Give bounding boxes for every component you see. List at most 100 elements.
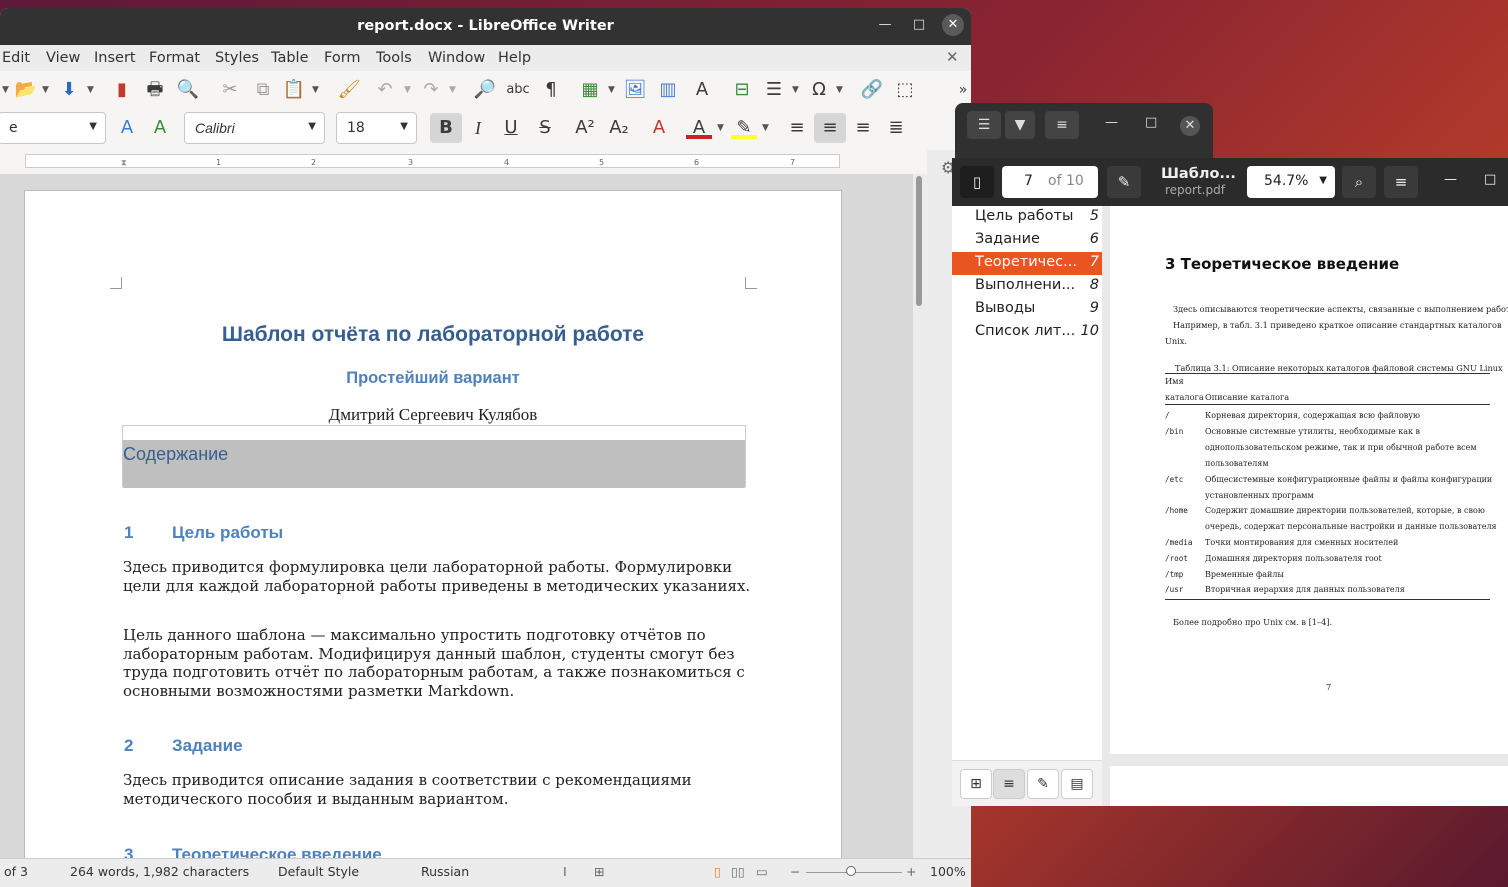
page-number-entry[interactable]: 7 of 10 bbox=[1002, 166, 1098, 198]
spelling-icon[interactable]: abc bbox=[505, 77, 531, 103]
minimize-button[interactable]: — bbox=[874, 14, 896, 36]
insert-chart-icon[interactable]: ▥ bbox=[655, 77, 681, 103]
insert-field-icon[interactable]: ☰ bbox=[761, 77, 787, 103]
find-replace-icon[interactable]: 🔎 bbox=[472, 77, 498, 103]
word-count[interactable]: 264 words, 1,982 characters bbox=[70, 864, 249, 879]
chevron-down-icon[interactable]: ▼ bbox=[1005, 111, 1035, 139]
copy-icon[interactable]: ⧉ bbox=[250, 77, 276, 103]
maximize-button[interactable]: □ bbox=[908, 14, 930, 36]
zoom-slider-handle[interactable] bbox=[846, 866, 856, 876]
insert-mode-icon[interactable]: I bbox=[563, 864, 567, 879]
menu-form[interactable]: Form bbox=[324, 50, 361, 66]
font-size-combo[interactable]: 18 ▼ bbox=[336, 112, 417, 144]
save-icon[interactable]: ⬇ bbox=[56, 77, 82, 103]
clear-formatting-icon[interactable]: A bbox=[646, 115, 672, 141]
font-name-combo[interactable]: Calibri ▼ bbox=[184, 112, 325, 144]
menu-icon[interactable]: ≡ bbox=[1384, 166, 1418, 198]
cut-icon[interactable]: ✂ bbox=[217, 77, 243, 103]
sidebar-toggle-icon[interactable]: ☰ bbox=[967, 111, 1001, 139]
horizontal-ruler[interactable]: ⧗ 1 2 3 4 5 6 7 bbox=[25, 154, 840, 168]
highlight-dropdown-icon[interactable]: ▼ bbox=[762, 123, 769, 133]
minimize-button[interactable]: — bbox=[1444, 172, 1457, 187]
paragraph-style-combo[interactable]: e ▼ bbox=[0, 112, 106, 144]
open-icon[interactable]: 📂 bbox=[13, 77, 39, 103]
menu-view[interactable]: View bbox=[46, 50, 80, 66]
update-style-icon[interactable]: A bbox=[114, 115, 140, 141]
undo-icon[interactable]: ↶ bbox=[372, 77, 398, 103]
outline-icon[interactable]: ≡ bbox=[993, 769, 1025, 799]
menu-icon[interactable]: ≡ bbox=[1045, 111, 1079, 139]
insert-footnote-icon[interactable]: ⬚ bbox=[892, 77, 918, 103]
redo-icon[interactable]: ↷ bbox=[418, 77, 444, 103]
outline-item[interactable]: Выполнени... 8 bbox=[952, 275, 1102, 298]
italic-button[interactable]: I bbox=[465, 115, 491, 141]
menu-window[interactable]: Window bbox=[428, 50, 485, 66]
superscript-button[interactable]: A² bbox=[572, 115, 598, 141]
close-document-icon[interactable]: ✕ bbox=[946, 48, 959, 66]
sidebar-toggle-icon[interactable]: ▯ bbox=[960, 166, 994, 198]
outline-item-selected[interactable]: Теоретичес... 7 bbox=[952, 252, 1102, 275]
menu-table[interactable]: Table bbox=[271, 50, 309, 66]
language[interactable]: Russian bbox=[421, 864, 469, 879]
outline-item[interactable]: Цель работы 5 bbox=[952, 206, 1102, 229]
table-dropdown-icon[interactable]: ▼ bbox=[608, 85, 615, 95]
special-character-dropdown-icon[interactable]: ▼ bbox=[836, 85, 843, 95]
table-of-contents[interactable]: Содержание bbox=[122, 425, 746, 488]
menu-tools[interactable]: Tools bbox=[376, 50, 412, 66]
save-dropdown-icon[interactable]: ▼ bbox=[87, 85, 94, 95]
font-color-dropdown-icon[interactable]: ▼ bbox=[717, 123, 724, 133]
zoom-in-icon[interactable]: + bbox=[906, 864, 916, 879]
new-style-icon[interactable]: A bbox=[147, 115, 173, 141]
close-button[interactable]: ✕ bbox=[1180, 116, 1200, 136]
outline-item[interactable]: Список лит... 10 bbox=[952, 321, 1102, 344]
special-character-icon[interactable]: Ω bbox=[806, 77, 832, 103]
subscript-button[interactable]: A₂ bbox=[606, 115, 632, 141]
bold-button[interactable]: B bbox=[430, 113, 462, 143]
scrollbar-thumb[interactable] bbox=[916, 176, 922, 306]
maximize-button[interactable]: □ bbox=[1484, 172, 1496, 187]
toolbar-overflow-icon[interactable]: » bbox=[950, 77, 971, 103]
document-page[interactable]: Шаблон отчёта по лабораторной работе Про… bbox=[24, 190, 842, 865]
print-preview-icon[interactable]: 🔍 bbox=[175, 77, 201, 103]
paste-icon[interactable]: 📋 bbox=[281, 77, 307, 103]
page-count[interactable]: of 3 bbox=[4, 864, 28, 879]
paste-dropdown-icon[interactable]: ▼ bbox=[312, 85, 319, 95]
single-page-view-icon[interactable]: ▯ bbox=[714, 864, 721, 879]
align-center-icon[interactable]: ≡ bbox=[814, 113, 846, 143]
menu-edit[interactable]: Edit bbox=[2, 50, 30, 66]
zoom-combo[interactable]: 54.7% ▼ bbox=[1247, 166, 1335, 198]
align-left-icon[interactable]: ≡ bbox=[784, 115, 810, 141]
print-icon[interactable]: 🖶 bbox=[142, 77, 168, 103]
menu-insert[interactable]: Insert bbox=[94, 50, 136, 66]
ruler-indent-marker[interactable]: ⧗ bbox=[121, 158, 127, 168]
export-pdf-icon[interactable]: ▮ bbox=[109, 77, 135, 103]
menu-styles[interactable]: Styles bbox=[215, 50, 259, 66]
undo-dropdown-icon[interactable]: ▼ bbox=[404, 85, 411, 95]
page-style[interactable]: Default Style bbox=[278, 864, 359, 879]
insert-textbox-icon[interactable]: A bbox=[689, 77, 715, 103]
menu-help[interactable]: Help bbox=[498, 50, 531, 66]
selection-mode-icon[interactable]: ⊞ bbox=[594, 864, 604, 879]
vertical-scrollbar[interactable] bbox=[913, 174, 927, 865]
new-dropdown-icon[interactable]: ▼ bbox=[2, 85, 9, 95]
outline-item[interactable]: Выводы 9 bbox=[952, 298, 1102, 321]
pdf-view[interactable]: 3 Теоретическое введение Здесь описывают… bbox=[1102, 206, 1508, 806]
highlight-button[interactable]: ✎ bbox=[731, 115, 757, 139]
close-button[interactable]: ✕ bbox=[942, 14, 964, 36]
font-color-button[interactable]: A bbox=[686, 115, 712, 139]
underline-button[interactable]: U bbox=[498, 115, 524, 141]
outline-item[interactable]: Задание 6 bbox=[952, 229, 1102, 252]
clone-formatting-icon[interactable]: 🖌 bbox=[336, 77, 362, 103]
open-dropdown-icon[interactable]: ▼ bbox=[42, 85, 49, 95]
insert-page-break-icon[interactable]: ⊟ bbox=[729, 77, 755, 103]
annotate-icon[interactable]: ✎ bbox=[1107, 166, 1141, 198]
zoom-out-icon[interactable]: − bbox=[790, 864, 800, 879]
insert-hyperlink-icon[interactable]: 🔗 bbox=[859, 77, 885, 103]
align-right-icon[interactable]: ≡ bbox=[850, 115, 876, 141]
field-dropdown-icon[interactable]: ▼ bbox=[792, 85, 799, 95]
bookmarks-icon[interactable]: ▤ bbox=[1061, 769, 1093, 799]
thumbnails-icon[interactable]: ⊞ bbox=[960, 769, 992, 799]
strikethrough-button[interactable]: S bbox=[532, 115, 558, 141]
formatting-marks-icon[interactable]: ¶ bbox=[538, 77, 564, 103]
book-view-icon[interactable]: ▭ bbox=[756, 864, 768, 879]
